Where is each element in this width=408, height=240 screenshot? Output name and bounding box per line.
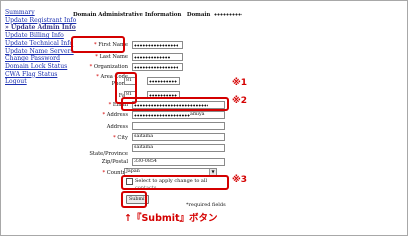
- domain-label: Domain: [186, 12, 211, 18]
- annotation-box-first-name: [71, 36, 125, 53]
- sidebar-item-update-billing[interactable]: Update Billing Info: [5, 32, 67, 40]
- masked-value: [134, 64, 178, 70]
- sidebar-item-cwa-flag[interactable]: CWA Flag Status: [5, 71, 67, 79]
- annotation-mark-1: ※1: [232, 78, 248, 88]
- required-note: *required fields: [186, 202, 226, 208]
- annotation-mark-2: ※2: [232, 96, 248, 106]
- last-name-label: * Last Name: [95, 54, 128, 60]
- organization-input[interactable]: [132, 63, 183, 71]
- sidebar-nav: Summary Update Registrant Info » Update …: [5, 9, 76, 86]
- annotation-mark-3: ※3: [232, 175, 248, 185]
- address-label: * Address: [102, 112, 128, 118]
- last-name-input[interactable]: [132, 53, 183, 61]
- organization-label: * Organization: [89, 64, 128, 70]
- sidebar-item-logout[interactable]: Logout: [5, 78, 67, 86]
- page-title: Domain Administrative Information Domain: [73, 12, 243, 18]
- sidebar-item-update-technical[interactable]: Update Technical Info: [5, 40, 73, 48]
- masked-value: [134, 42, 178, 48]
- sidebar-item-summary[interactable]: Summary: [5, 9, 67, 17]
- annotation-box-apply-all: [121, 175, 229, 190]
- annotation-submit-note: ↑『Submit』ボタン: [124, 213, 218, 224]
- annotation-box-email: [121, 97, 229, 111]
- first-name-input[interactable]: [132, 41, 183, 49]
- address-value-suffix: amiya: [190, 112, 205, 117]
- sidebar-item-update-name-servers[interactable]: Update Name Servers: [5, 48, 74, 56]
- city-label: * City: [113, 135, 128, 141]
- address2-input[interactable]: [132, 122, 225, 130]
- address2-label: Address: [106, 124, 128, 130]
- phone-number-input[interactable]: [147, 77, 180, 85]
- address-input[interactable]: amiya: [132, 111, 225, 119]
- city-input[interactable]: saitama: [132, 133, 225, 141]
- page-title-text: Domain Administrative Information: [73, 12, 182, 18]
- sidebar-item-update-admin[interactable]: » Update Admin Info: [5, 24, 76, 32]
- sidebar-item-domain-lock[interactable]: Domain Lock Status: [5, 63, 67, 71]
- zip-input[interactable]: 330-0854: [132, 158, 225, 166]
- annotation-box-submit: [121, 191, 147, 208]
- masked-value: [134, 112, 190, 118]
- country-selected-value: Japan: [126, 169, 140, 174]
- page-frame: Summary Update Registrant Info » Update …: [0, 0, 408, 236]
- sidebar-item-update-registrant[interactable]: Update Registrant Info: [5, 17, 76, 25]
- masked-value: [134, 54, 170, 60]
- state-input[interactable]: saitama: [132, 144, 225, 152]
- zip-label: Zip/Postal: [101, 159, 128, 165]
- masked-value: [149, 78, 177, 84]
- state-label: State/Province: [89, 151, 128, 157]
- domain-name-masked: [214, 12, 243, 17]
- sidebar-item-change-password[interactable]: Change Password: [5, 55, 67, 63]
